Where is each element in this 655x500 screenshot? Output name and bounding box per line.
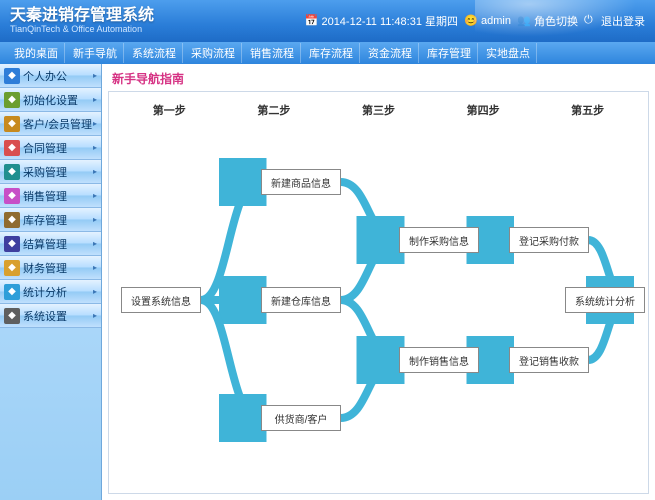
sidebar-icon-4: ◆ — [4, 164, 20, 180]
chevron-right-icon: ▸ — [93, 95, 97, 104]
node-make-purchase[interactable]: 制作采购信息 — [399, 227, 479, 253]
chevron-right-icon: ▸ — [93, 215, 97, 224]
sidebar-icon-10: ◆ — [4, 308, 20, 324]
node-statistics[interactable]: 系统统计分析 — [565, 287, 645, 313]
app-subtitle: TianQinTech & Office Automation — [10, 25, 154, 35]
sidebar-item-9[interactable]: ◆统计分析 ▸ — [0, 280, 101, 304]
sidebar-item-10[interactable]: ◆系统设置 ▸ — [0, 304, 101, 328]
sidebar-icon-9: ◆ — [4, 284, 20, 300]
node-register-sales-receive[interactable]: 登记销售收款 — [509, 347, 589, 373]
chevron-right-icon: ▸ — [93, 311, 97, 320]
sidebar-item-2[interactable]: ◆客户/会员管理▸ — [0, 112, 101, 136]
tab-stock-flow[interactable]: 库存流程 — [303, 43, 360, 63]
sidebar-item-6[interactable]: ◆库存管理 ▸ — [0, 208, 101, 232]
sidebar-icon-1: ◆ — [4, 92, 20, 108]
node-setup-system[interactable]: 设置系统信息 — [121, 287, 201, 313]
node-new-product[interactable]: 新建商品信息 — [261, 169, 341, 195]
chevron-right-icon: ▸ — [93, 239, 97, 248]
node-supplier-customer[interactable]: 供货商/客户 — [261, 405, 341, 431]
main-panel: 新手导航指南 第一步 第二步 第三步 第四步 第五步 — [102, 64, 655, 500]
user-icon: 😊 — [464, 14, 478, 28]
node-make-sales[interactable]: 制作销售信息 — [399, 347, 479, 373]
sidebar-icon-7: ◆ — [4, 236, 20, 252]
step-label-3: 第三步 — [326, 102, 431, 118]
sidebar-icon-8: ◆ — [4, 260, 20, 276]
tab-system-flow[interactable]: 系统流程 — [126, 43, 183, 63]
chevron-right-icon: ▸ — [93, 119, 97, 128]
step-label-5: 第五步 — [535, 102, 640, 118]
sidebar-icon-0: ◆ — [4, 68, 20, 84]
sidebar-label-4: 采购管理 — [23, 164, 67, 180]
sidebar-label-9: 统计分析 — [23, 284, 67, 300]
user-display[interactable]: 😊 admin — [464, 14, 511, 28]
sidebar-label-1: 初始化设置 — [23, 92, 78, 108]
tab-bar: 我的桌面 新手导航 系统流程 采购流程 销售流程 库存流程 资金流程 库存管理 … — [0, 42, 655, 64]
step-label-2: 第二步 — [222, 102, 327, 118]
sidebar-label-7: 结算管理 — [23, 236, 67, 252]
panel-title: 新手导航指南 — [102, 64, 655, 89]
tab-guide[interactable]: 新手导航 — [67, 43, 124, 63]
sidebar-item-1[interactable]: ◆初始化设置 ▸ — [0, 88, 101, 112]
sidebar: ◆个人办公▸◆初始化设置▸◆客户/会员管理▸◆合同管理▸◆采购管理▸◆销售管理▸… — [0, 64, 102, 500]
role-icon: 👥 — [517, 14, 531, 28]
sidebar-item-0[interactable]: ◆个人办公 ▸ — [0, 64, 101, 88]
sidebar-item-8[interactable]: ◆财务管理 ▸ — [0, 256, 101, 280]
power-icon: ⏻ — [584, 14, 598, 28]
chevron-right-icon: ▸ — [93, 167, 97, 176]
tab-inventory[interactable]: 实地盘点 — [480, 43, 537, 63]
logout-button[interactable]: ⏻ 退出登录 — [584, 13, 645, 29]
sidebar-label-2: 客户/会员管理 — [23, 116, 92, 132]
sidebar-label-8: 财务管理 — [23, 260, 67, 276]
app-header: 天秦进销存管理系统 TianQinTech & Office Automatio… — [0, 0, 655, 42]
chevron-right-icon: ▸ — [93, 191, 97, 200]
app-title: 天秦进销存管理系统 — [10, 7, 154, 25]
sidebar-label-0: 个人办公 — [23, 68, 67, 84]
chevron-right-icon: ▸ — [93, 263, 97, 272]
tab-stock-mgmt[interactable]: 库存管理 — [421, 43, 478, 63]
sidebar-icon-6: ◆ — [4, 212, 20, 228]
guide-panel: 第一步 第二步 第三步 第四步 第五步 — [108, 91, 649, 494]
sidebar-label-10: 系统设置 — [23, 308, 67, 324]
datetime-display: 📅 2014-12-11 11:48:31 星期四 — [304, 13, 458, 29]
step-headers: 第一步 第二步 第三步 第四步 第五步 — [109, 92, 648, 122]
tab-desktop[interactable]: 我的桌面 — [8, 43, 65, 63]
tab-sales-flow[interactable]: 销售流程 — [244, 43, 301, 63]
node-new-warehouse[interactable]: 新建仓库信息 — [261, 287, 341, 313]
sidebar-item-5[interactable]: ◆销售管理 ▸ — [0, 184, 101, 208]
tab-fund-flow[interactable]: 资金流程 — [362, 43, 419, 63]
chevron-right-icon: ▸ — [93, 71, 97, 80]
sidebar-label-5: 销售管理 — [23, 188, 67, 204]
node-register-purchase-pay[interactable]: 登记采购付款 — [509, 227, 589, 253]
sidebar-label-6: 库存管理 — [23, 212, 67, 228]
chevron-right-icon: ▸ — [93, 143, 97, 152]
sidebar-icon-3: ◆ — [4, 140, 20, 156]
sidebar-icon-2: ◆ — [4, 116, 20, 132]
tab-purchase-flow[interactable]: 采购流程 — [185, 43, 242, 63]
step-label-1: 第一步 — [117, 102, 222, 118]
chevron-right-icon: ▸ — [93, 287, 97, 296]
sidebar-item-7[interactable]: ◆结算管理 ▸ — [0, 232, 101, 256]
calendar-icon: 📅 — [304, 14, 318, 28]
step-label-4: 第四步 — [431, 102, 536, 118]
sidebar-item-3[interactable]: ◆合同管理 ▸ — [0, 136, 101, 160]
flow-diagram: 设置系统信息 新建商品信息 新建仓库信息 供货商/客户 制作采购信息 制作销售信… — [109, 122, 648, 472]
role-switch-button[interactable]: 👥 角色切换 — [517, 13, 578, 29]
sidebar-label-3: 合同管理 — [23, 140, 67, 156]
sidebar-item-4[interactable]: ◆采购管理 ▸ — [0, 160, 101, 184]
sidebar-icon-5: ◆ — [4, 188, 20, 204]
